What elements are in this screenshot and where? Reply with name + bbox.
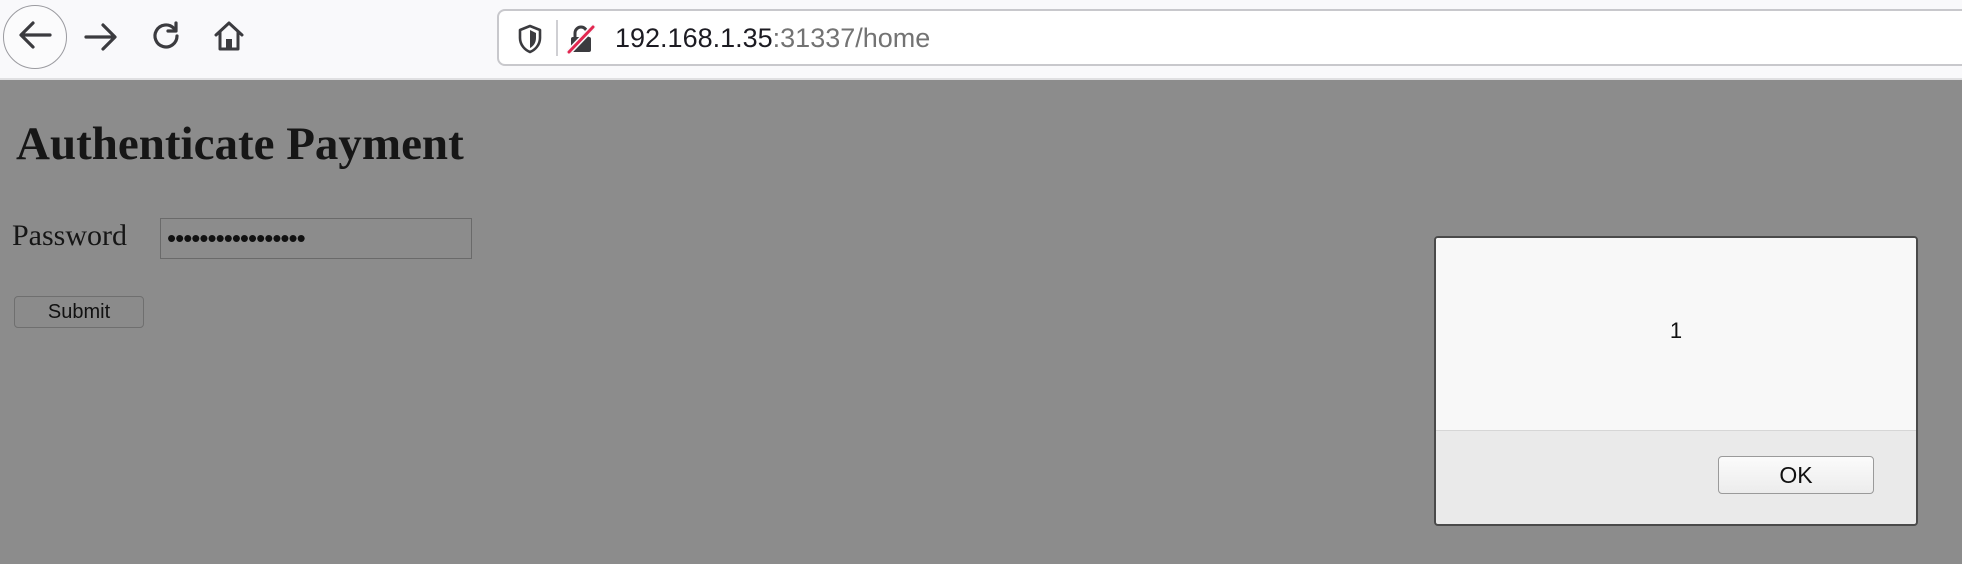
back-button[interactable] [3,5,67,69]
password-label: Password [12,219,128,252]
password-field[interactable]: ••••••••••••••••• [160,218,472,259]
browser-toolbar: 192.168.1.35:31337/home [0,0,1962,80]
back-arrow-icon [18,20,52,55]
submit-button[interactable]: Submit [14,296,144,328]
forward-arrow-icon [84,22,118,57]
reload-button[interactable] [143,16,189,60]
password-field-value: ••••••••••••••••• [167,223,306,253]
shield-icon[interactable] [515,24,545,54]
forward-button[interactable] [78,18,124,60]
ok-button[interactable]: OK [1718,456,1874,494]
url-path: :31337/home [772,23,931,53]
reload-icon [150,20,182,57]
home-icon [212,19,246,58]
page-title: Authenticate Payment [16,118,464,170]
alert-message: 1 [1669,318,1683,343]
url-host: 192.168.1.35 [615,23,773,53]
url-bar-divider [556,20,558,56]
url-bar[interactable]: 192.168.1.35:31337/home [497,9,1962,66]
insecure-lock-icon[interactable] [566,24,596,55]
alert-dialog-body: 1 [1436,238,1916,431]
url-text[interactable]: 192.168.1.35:31337/home [615,23,930,53]
alert-dialog: 1 OK [1434,236,1918,526]
home-button[interactable] [206,16,252,60]
